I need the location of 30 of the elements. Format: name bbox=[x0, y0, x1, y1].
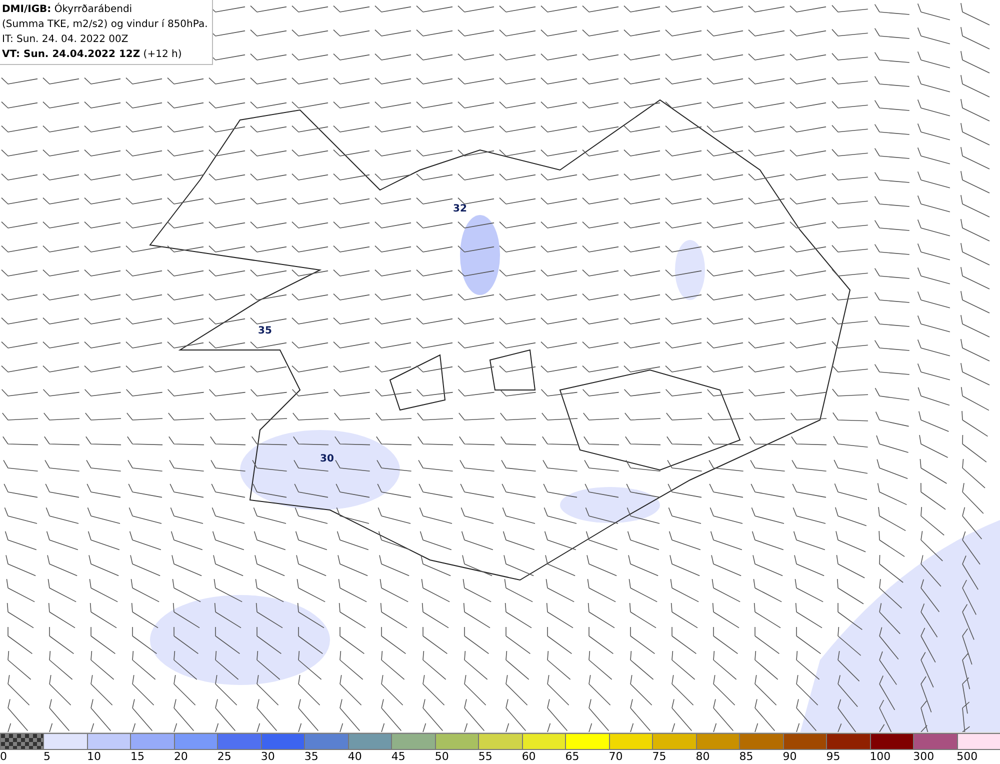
legend-label: 40 bbox=[348, 750, 362, 764]
legend-label: 90 bbox=[782, 750, 797, 764]
legend-label: 55 bbox=[478, 750, 492, 764]
legend-label: 500 bbox=[956, 750, 978, 764]
legend-label: 60 bbox=[522, 750, 536, 764]
title-line: DMI/IGB: Ókyrrðarábendi bbox=[2, 2, 134, 17]
title-line: VT: Sun. 24.04.2022 12Z (+12 h) bbox=[2, 48, 183, 62]
legend-label: 65 bbox=[565, 750, 580, 764]
title-line: IT: Sun. 24. 04. 2022 00Z bbox=[2, 33, 130, 47]
legend-label: 50 bbox=[434, 750, 449, 764]
map-value-label: 30 bbox=[320, 454, 334, 464]
legend-label: 10 bbox=[86, 750, 101, 764]
legend-label: 85 bbox=[739, 750, 754, 764]
legend-label: 30 bbox=[260, 750, 275, 764]
legend-label: 35 bbox=[304, 750, 318, 764]
legend-label: 75 bbox=[652, 750, 666, 764]
legend-label: 20 bbox=[174, 750, 188, 764]
title-line: (Summa TKE, m2/s2) og vindur í 850hPa. bbox=[2, 18, 208, 32]
legend-label: 95 bbox=[826, 750, 840, 764]
map-value-label: 35 bbox=[258, 326, 272, 336]
legend-label: 25 bbox=[217, 750, 232, 764]
legend-label: 5 bbox=[43, 750, 50, 764]
legend-label: 15 bbox=[130, 750, 144, 764]
map-value-label: 32 bbox=[453, 204, 467, 214]
legend-label: 45 bbox=[391, 750, 406, 764]
legend-label: 100 bbox=[870, 750, 891, 764]
legend-label: 300 bbox=[913, 750, 934, 764]
legend-label: 70 bbox=[608, 750, 623, 764]
legend-label: 80 bbox=[696, 750, 710, 764]
legend-label: 0 bbox=[0, 750, 7, 764]
